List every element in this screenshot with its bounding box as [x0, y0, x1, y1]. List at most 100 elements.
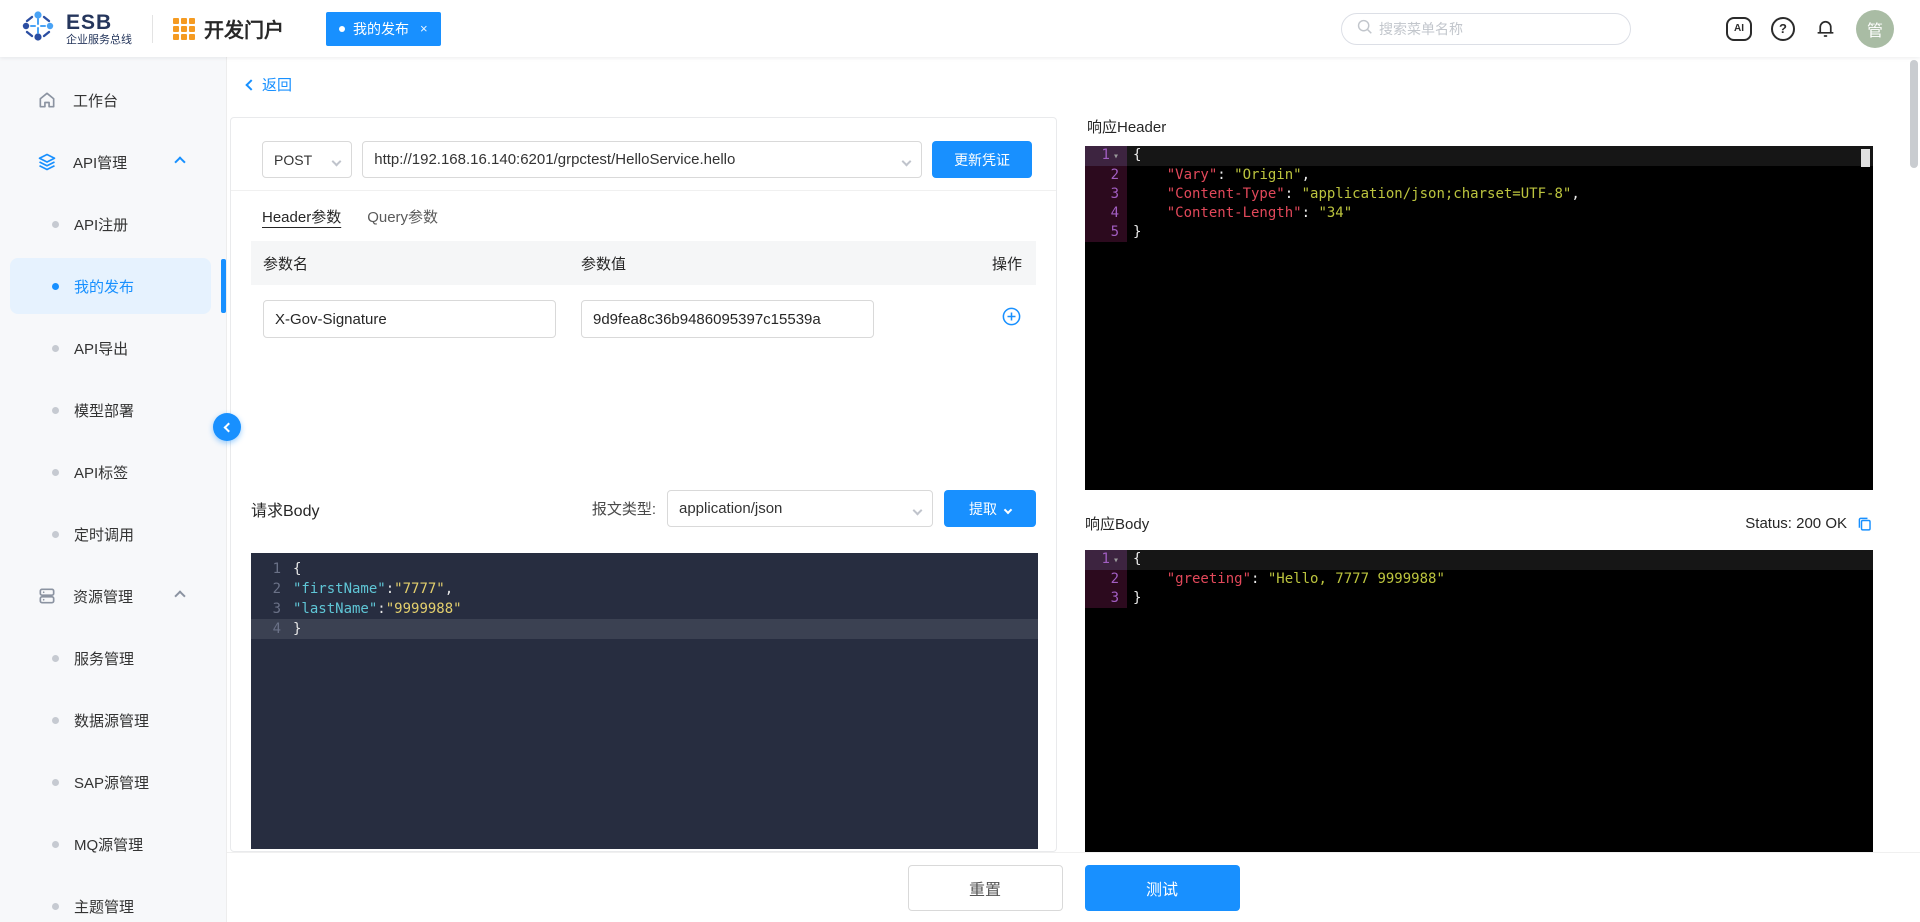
tab-query-params[interactable]: Query参数 [367, 206, 438, 227]
code-text: } [1133, 590, 1142, 606]
tab-label: 我的发布 [353, 20, 409, 37]
content-type-label: 报文类型: [591, 501, 656, 518]
code-line: 4} [251, 619, 1038, 639]
bullet-dot-icon [52, 468, 59, 476]
code-text: "firstName":"7777", [293, 581, 454, 597]
reset-button[interactable]: 重置 [907, 864, 1063, 911]
content-type-select[interactable]: application/json [667, 490, 933, 527]
copy-icon[interactable] [1856, 515, 1873, 532]
code-text: { [1133, 551, 1142, 567]
code-text: "Content-Length": "34" [1166, 205, 1353, 221]
response-body-editor[interactable]: 1 ▾{2 "greeting": "Hello, 7777 9999988" 3} [1085, 550, 1873, 852]
sidebar-item-9[interactable]: 服务管理 [0, 627, 226, 689]
sidebar-item-12[interactable]: MQ源管理 [0, 813, 226, 875]
bullet-dot-icon [52, 778, 59, 786]
code-text: { [293, 561, 302, 577]
method-select[interactable]: POST [262, 141, 353, 178]
notification-bell-icon[interactable] [1814, 17, 1837, 40]
chevron-down-icon [912, 505, 923, 515]
chevron-up-icon [174, 156, 186, 168]
brand-title: ESB [66, 10, 113, 34]
response-header-editor[interactable]: 1 ▾{2 "Vary": "Origin", 3 "Content-Type": … [1085, 146, 1873, 490]
line-number: 2 [1085, 570, 1127, 589]
param-name-input[interactable] [263, 300, 556, 338]
response-header-title: 响应Header [1087, 119, 1167, 136]
ai-assistant-icon[interactable]: AI [1726, 16, 1752, 41]
url-select[interactable]: http://192.168.16.140:6201/grpctest/Hell… [362, 141, 923, 178]
sidebar-item-5[interactable]: 模型部署 [0, 379, 226, 441]
add-param-icon[interactable] [1001, 306, 1022, 327]
sidebar-item-label: SAP源管理 [74, 774, 150, 792]
line-number: 3 [1085, 589, 1127, 608]
extract-button[interactable]: 提取 [944, 490, 1036, 527]
bullet-dot-icon [52, 654, 59, 662]
chevron-down-icon [331, 156, 342, 166]
param-value-input[interactable] [581, 300, 874, 338]
waffle-grid-icon [173, 17, 195, 40]
sidebar-item-2[interactable]: API注册 [0, 193, 226, 255]
esb-logo-icon [18, 6, 58, 51]
user-avatar[interactable]: 管 [1856, 9, 1894, 48]
layers-icon [36, 152, 58, 172]
back-button[interactable]: 返回 [245, 74, 293, 95]
sidebar-item-3[interactable]: 我的发布 [0, 255, 226, 317]
code-text: } [293, 621, 302, 637]
menu-search-box[interactable] [1341, 12, 1631, 45]
code-line: 2 "greeting": "Hello, 7777 9999988" [1085, 570, 1873, 589]
sidebar-item-label: API标签 [74, 464, 129, 482]
sidebar-item-6[interactable]: API标签 [0, 441, 226, 503]
fold-arrow-icon[interactable]: ▾ [1113, 151, 1119, 162]
url-value: http://192.168.16.140:6201/grpctest/Hell… [374, 151, 736, 168]
request-body-editor[interactable]: 1{2 "firstName":"7777", 3 "lastName":"99999… [251, 553, 1038, 849]
param-row-0 [251, 300, 1036, 338]
code-line: 5} [1085, 223, 1873, 242]
sidebar-item-11[interactable]: SAP源管理 [0, 751, 226, 813]
request-body-label: 请求Body [251, 502, 320, 520]
home-icon [36, 90, 58, 110]
sidebar-item-label: API注册 [74, 216, 129, 234]
update-credential-button[interactable]: 更新凭证 [932, 141, 1032, 178]
sidebar-nav: 工作台 API管理 API注册我的发布 API导出模型部署 API标签定时调用 资源管理服… [0, 57, 227, 922]
line-number: 1 [272, 561, 281, 577]
bullet-dot-icon [52, 220, 59, 228]
code-line: 1 ▾ { [1085, 146, 1873, 166]
sidebar-item-8[interactable]: 资源管理 [0, 565, 226, 627]
sidebar-item-4[interactable]: API导出 [0, 317, 226, 379]
col-actions: 操作 [991, 255, 1022, 273]
editor-scrollbar-thumb[interactable] [1861, 149, 1870, 167]
line-number: 3 [272, 601, 281, 617]
sidebar-collapse-button[interactable] [213, 413, 241, 441]
sidebar-item-13[interactable]: 主题管理 [0, 875, 226, 922]
sidebar-item-label: API导出 [74, 340, 129, 358]
sidebar-item-label: 我的发布 [74, 278, 135, 296]
sidebar-item-1[interactable]: API管理 [0, 131, 226, 193]
test-button[interactable]: 测试 [1084, 864, 1240, 911]
col-param-name: 参数名 [263, 255, 309, 273]
portal-home[interactable]: 开发门户 [173, 14, 284, 43]
code-line: 2 "Vary": "Origin", [1085, 166, 1873, 185]
bullet-dot-icon [52, 406, 59, 414]
sidebar-item-label: API管理 [73, 154, 128, 172]
page-scrollbar[interactable] [1910, 60, 1918, 922]
code-line: 3} [1085, 589, 1873, 608]
open-tab-my-publish[interactable]: 我的发布 × [326, 11, 441, 46]
scrollbar-thumb[interactable] [1910, 60, 1918, 168]
line-number: 2 [272, 581, 281, 597]
fold-arrow-icon[interactable]: ▾ [1113, 555, 1119, 566]
sidebar-item-0[interactable]: 工作台 [0, 69, 226, 131]
sidebar-item-10[interactable]: 数据源管理 [0, 689, 226, 751]
code-line: 3 "Content-Type": "application/json;char… [1085, 185, 1873, 204]
response-body-title: 响应Body [1085, 516, 1150, 533]
main-content: 返回 POST http://192.168.16.140:6201/grpct… [227, 57, 1920, 922]
code-text: "greeting": "Hello, 7777 9999988" [1166, 571, 1445, 587]
action-footer: 重置 测试 [227, 852, 1920, 922]
tab-close-icon[interactable]: × [420, 21, 428, 36]
bullet-dot-icon [52, 344, 59, 352]
search-input[interactable] [1379, 20, 1616, 37]
sidebar-item-7[interactable]: 定时调用 [0, 503, 226, 565]
help-icon[interactable]: ? [1771, 16, 1795, 41]
back-label: 返回 [262, 77, 293, 94]
code-line: 1 ▾ { [1085, 550, 1873, 570]
bullet-dot-icon [52, 840, 59, 848]
tab-header-params[interactable]: Header参数 [262, 206, 341, 227]
